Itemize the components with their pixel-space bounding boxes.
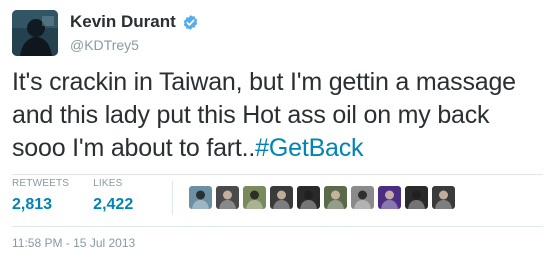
liker-avatar-5[interactable] bbox=[297, 186, 320, 209]
retweets-count[interactable]: 2,813 bbox=[12, 194, 69, 216]
hashtag-link[interactable]: #GetBack bbox=[255, 134, 363, 162]
tweet-timestamp[interactable]: 11:58 PM - 15 Jul 2013 bbox=[12, 236, 135, 250]
likes-stat[interactable]: LIKES 2,422 bbox=[93, 178, 133, 216]
liker-avatar-2[interactable] bbox=[216, 186, 239, 209]
liker-avatars bbox=[189, 186, 455, 209]
retweets-label: RETWEETS bbox=[12, 178, 70, 189]
tweet-card: Kevin Durant @KDTrey5 It's crackin in Ta… bbox=[0, 0, 555, 268]
liker-avatar-7[interactable] bbox=[351, 186, 374, 209]
liker-avatar-10[interactable] bbox=[432, 186, 455, 209]
profile-photo-icon bbox=[12, 10, 58, 56]
liker-avatar-1[interactable] bbox=[189, 186, 212, 209]
liker-avatar-9[interactable] bbox=[405, 186, 428, 209]
liker-avatar-4[interactable] bbox=[270, 186, 293, 209]
likes-count[interactable]: 2,422 bbox=[93, 194, 133, 216]
liker-avatar-3[interactable] bbox=[243, 186, 266, 209]
verified-badge-icon bbox=[182, 14, 199, 31]
user-handle[interactable]: @KDTrey5 bbox=[70, 36, 139, 54]
liker-avatar-8[interactable] bbox=[378, 186, 401, 209]
liker-avatar-6[interactable] bbox=[324, 186, 347, 209]
retweets-stat[interactable]: RETWEETS 2,813 bbox=[12, 178, 69, 216]
likes-label: LIKES bbox=[93, 178, 123, 189]
display-name[interactable]: Kevin Durant bbox=[70, 12, 176, 32]
stats-row: RETWEETS 2,813 LIKES 2,422 bbox=[12, 178, 157, 222]
tweet-text: It's crackin in Taiwan, but I'm gettin a… bbox=[12, 66, 547, 165]
stats-bottom-divider bbox=[12, 226, 543, 227]
name-row: Kevin Durant bbox=[70, 12, 199, 32]
stats-top-divider bbox=[12, 174, 543, 175]
profile-avatar[interactable] bbox=[12, 10, 58, 56]
stats-separator bbox=[172, 181, 173, 215]
